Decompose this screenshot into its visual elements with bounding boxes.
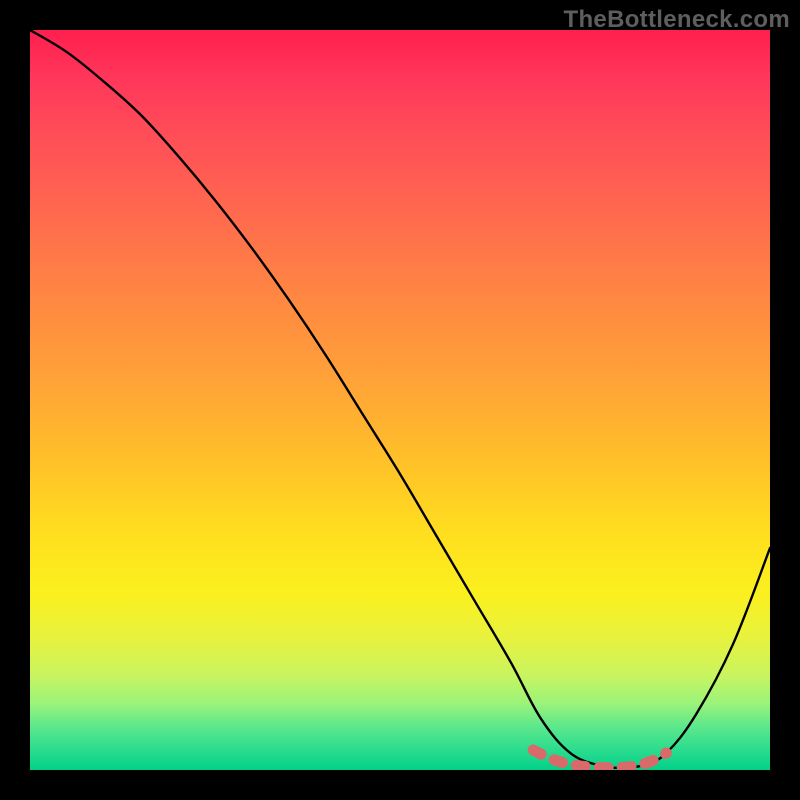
bottleneck-curve — [30, 30, 770, 768]
plot-area — [30, 30, 770, 770]
min-highlight — [533, 750, 666, 768]
watermark-text: TheBottleneck.com — [564, 6, 790, 34]
curve-svg — [30, 30, 770, 770]
chart-container: TheBottleneck.com — [0, 0, 800, 800]
